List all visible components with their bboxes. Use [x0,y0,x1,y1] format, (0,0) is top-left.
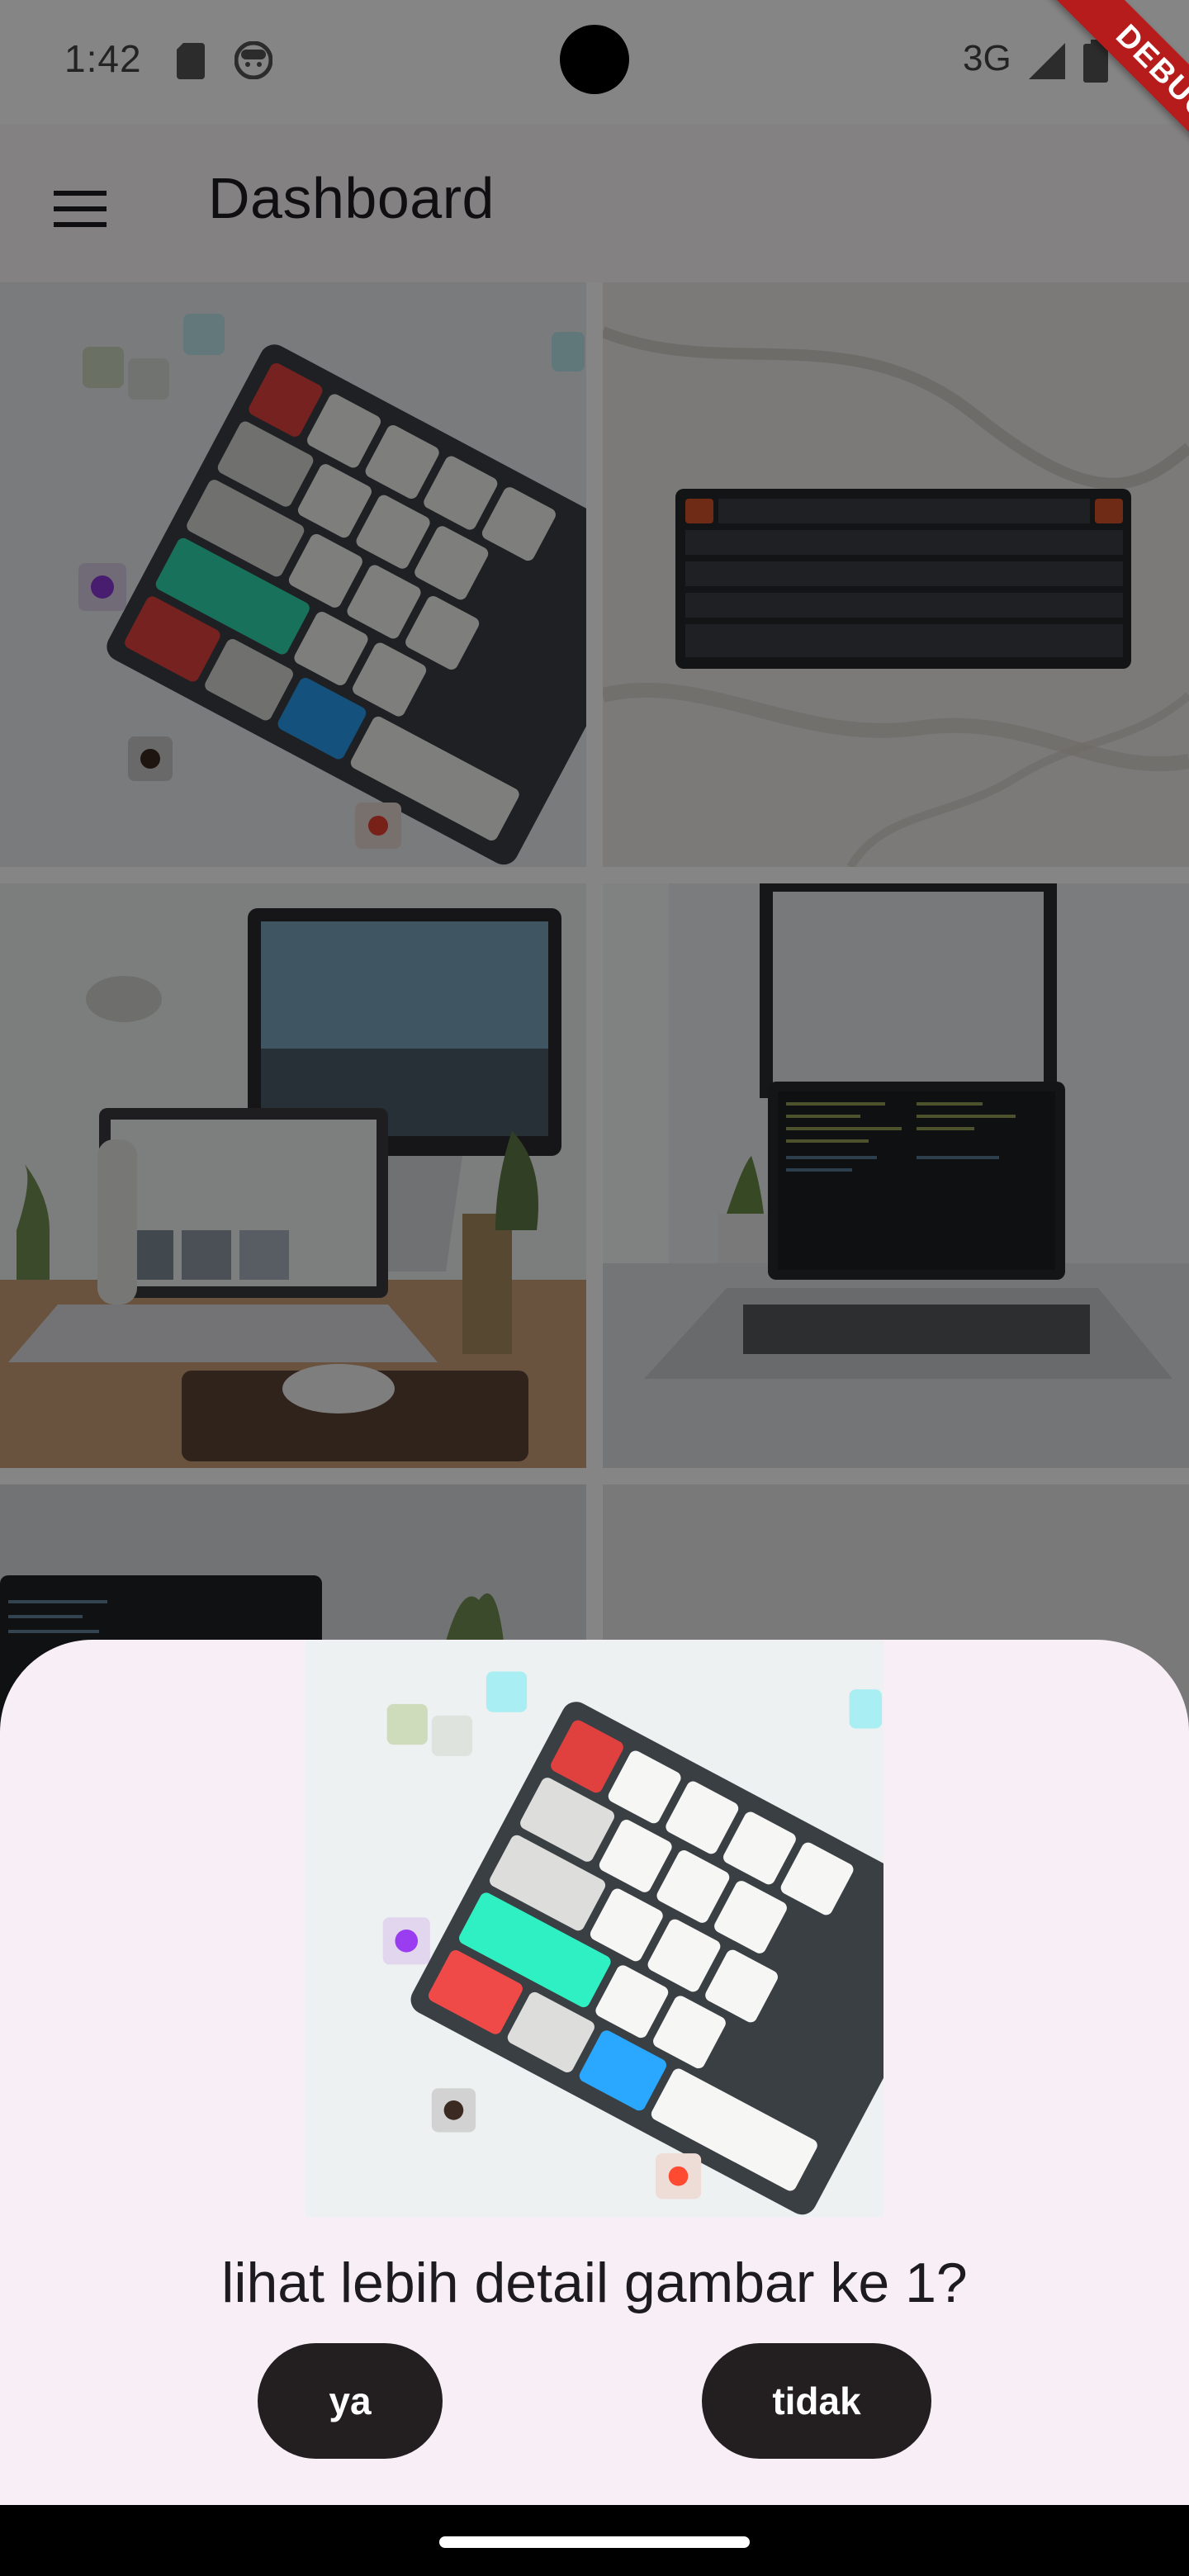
screen: 1:42 3G Dashboard DEBUG lihat lebih deta… [0,0,1189,2576]
preview-image [306,1640,883,2218]
navigation-bar [0,2505,1189,2576]
yes-button[interactable]: ya [258,2343,443,2459]
sheet-question: lihat lebih detail gambar ke 1? [221,2252,968,2314]
home-handle[interactable] [439,2536,750,2548]
bottom-sheet: lihat lebih detail gambar ke 1? ya tidak [0,1640,1189,2505]
no-button[interactable]: tidak [702,2343,931,2459]
